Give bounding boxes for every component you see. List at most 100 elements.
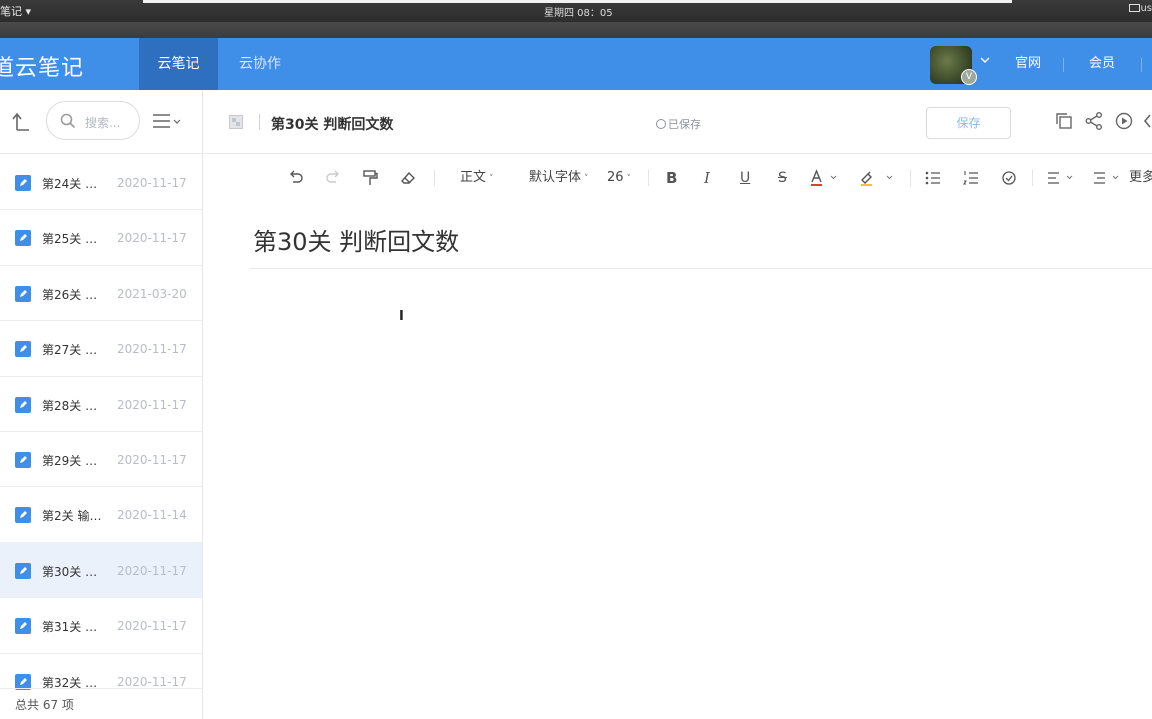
bullet-list-icon[interactable] <box>925 168 941 188</box>
list-item-selected[interactable]: 第30关 … 2020-11-17 <box>0 542 202 599</box>
list-item[interactable]: 第27关 … 2020-11-17 <box>0 321 202 377</box>
os-top-bar: 笔记 ▾ 星期四 08：05 us <box>0 0 1152 38</box>
header-divider <box>1063 58 1064 72</box>
divider <box>648 170 649 186</box>
note-icon <box>15 341 31 358</box>
divider <box>910 170 911 186</box>
highlight-color-icon[interactable] <box>860 168 896 188</box>
note-title: 第28关 … <box>42 398 98 413</box>
note-title: 第24关 … <box>42 177 98 191</box>
tab-cloud-collaboration[interactable]: 云协作 <box>230 38 290 90</box>
sidebar-toolbar: 搜索... <box>0 90 202 154</box>
chevron-down-icon: ˅ <box>626 174 632 184</box>
more-button[interactable]: 更多 <box>1129 168 1152 188</box>
chevron-down-icon[interactable] <box>980 54 990 68</box>
bold-icon[interactable]: B <box>666 168 677 188</box>
note-icon <box>15 618 31 635</box>
note-title-header[interactable]: 第30关 判断回文数 <box>271 114 393 134</box>
list-item[interactable]: 第24关 … 2020-11-17 <box>0 155 202 211</box>
font-size-value: 26 <box>607 170 624 185</box>
strikethrough-icon[interactable]: S <box>778 168 787 188</box>
underline-icon[interactable]: U <box>740 168 750 188</box>
list-item[interactable]: 第31关 … 2020-11-17 <box>0 598 202 654</box>
note-list: 第24关 … 2020-11-17 第25关 … 2020-11-17 第26关… <box>0 155 202 709</box>
document-icon[interactable] <box>229 114 243 129</box>
membership-link[interactable]: 会员 <box>1089 38 1115 90</box>
list-item[interactable]: 第28关 … 2020-11-17 <box>0 377 202 432</box>
note-date: 2021-03-20 <box>117 286 187 301</box>
note-title: 第29关 … <box>42 453 98 468</box>
save-button[interactable]: 保存 <box>926 107 1011 139</box>
list-item[interactable]: 第25关 … 2020-11-17 <box>0 210 202 266</box>
indent-icon[interactable] <box>1092 168 1122 188</box>
search-input[interactable]: 搜索... <box>46 101 140 140</box>
note-icon <box>15 175 31 191</box>
keyboard-icon <box>1129 4 1141 12</box>
font-family-value: 默认字体 <box>529 170 582 185</box>
back-up-icon[interactable] <box>12 112 30 132</box>
text-cursor: I <box>399 309 404 324</box>
note-date: 2020-11-17 <box>117 563 187 578</box>
paragraph-style-value: 正文 <box>460 170 487 185</box>
eraser-icon[interactable] <box>400 168 416 188</box>
os-clock[interactable]: 星期四 08：05 <box>544 4 613 19</box>
redo-icon[interactable] <box>325 168 341 188</box>
divider <box>1032 170 1033 186</box>
numbered-list-icon[interactable] <box>963 168 979 188</box>
note-date: 2020-11-17 <box>117 397 187 412</box>
play-icon[interactable] <box>1115 112 1135 132</box>
official-site-link[interactable]: 官网 <box>1015 38 1041 90</box>
save-status-label: 已保存 <box>668 118 701 131</box>
note-icon <box>15 230 31 247</box>
italic-icon[interactable]: I <box>704 168 710 188</box>
divider <box>434 170 435 186</box>
note-sidebar: 搜索... 第24关 … 2020-11-17 第25关 … 2020-11-1… <box>0 90 203 719</box>
note-date: 2020-11-17 <box>117 452 187 467</box>
list-item[interactable]: 第26关 … 2021-03-20 <box>0 266 202 322</box>
note-icon <box>15 285 31 302</box>
paragraph-style-select[interactable]: 正文 ˅ <box>460 168 494 188</box>
note-date: 2020-11-17 <box>117 176 187 190</box>
divider <box>0 688 202 689</box>
font-color-icon[interactable] <box>810 168 836 188</box>
chevron-down-icon: ˅ <box>584 174 589 184</box>
copy-icon[interactable] <box>1055 112 1075 132</box>
editor-header: 第30关 判断回文数 已保存 保存 <box>204 90 1152 154</box>
chevron-left-icon[interactable] <box>1142 112 1152 132</box>
format-toolbar: 正文 ˅ 默认字体 ˅ 26 ˅ B I U S 更多 <box>204 155 1152 201</box>
header-divider <box>1141 58 1142 72</box>
note-title: 第25关 … <box>42 232 98 247</box>
os-keyboard-indicator[interactable]: us <box>1129 3 1152 14</box>
list-item[interactable]: 第2关 输… 2020-11-14 <box>0 487 202 543</box>
format-painter-icon[interactable] <box>362 168 378 188</box>
checklist-icon[interactable] <box>1001 168 1017 188</box>
save-status: 已保存 <box>656 116 701 132</box>
note-date: 2020-11-17 <box>117 619 187 634</box>
search-icon <box>60 113 76 129</box>
undo-icon[interactable] <box>288 168 304 188</box>
note-icon <box>15 396 31 413</box>
keyboard-layout-label: us <box>1140 3 1152 14</box>
note-icon <box>15 562 31 579</box>
sort-menu-icon[interactable] <box>152 112 182 130</box>
document-title[interactable]: 第30关 判断回文数 <box>253 222 459 257</box>
os-app-menu[interactable]: 笔记 ▾ <box>0 3 31 19</box>
font-family-select[interactable]: 默认字体 ˅ <box>529 168 589 188</box>
vip-badge: V <box>961 69 977 85</box>
share-icon[interactable] <box>1085 112 1105 132</box>
note-date: 2020-11-14 <box>117 508 187 523</box>
app-header: 道云笔记 云笔记 云协作 官网 会员 <box>0 38 1152 90</box>
note-count: 总共 67 项 <box>15 698 74 712</box>
list-item[interactable]: 第29关 … 2020-11-17 <box>0 432 202 488</box>
note-title: 第2关 输… <box>42 509 102 524</box>
tab-cloud-notes[interactable]: 云笔记 <box>139 38 218 90</box>
note-title: 第26关 … <box>42 287 98 302</box>
title-divider <box>250 268 1152 269</box>
check-circle-icon <box>656 119 666 129</box>
window-strip <box>143 0 1012 3</box>
align-icon[interactable] <box>1046 168 1076 188</box>
search-placeholder: 搜索... <box>85 116 121 130</box>
font-size-select[interactable]: 26 ˅ <box>607 168 631 188</box>
note-icon <box>15 507 31 524</box>
note-date: 2020-11-17 <box>117 674 187 689</box>
